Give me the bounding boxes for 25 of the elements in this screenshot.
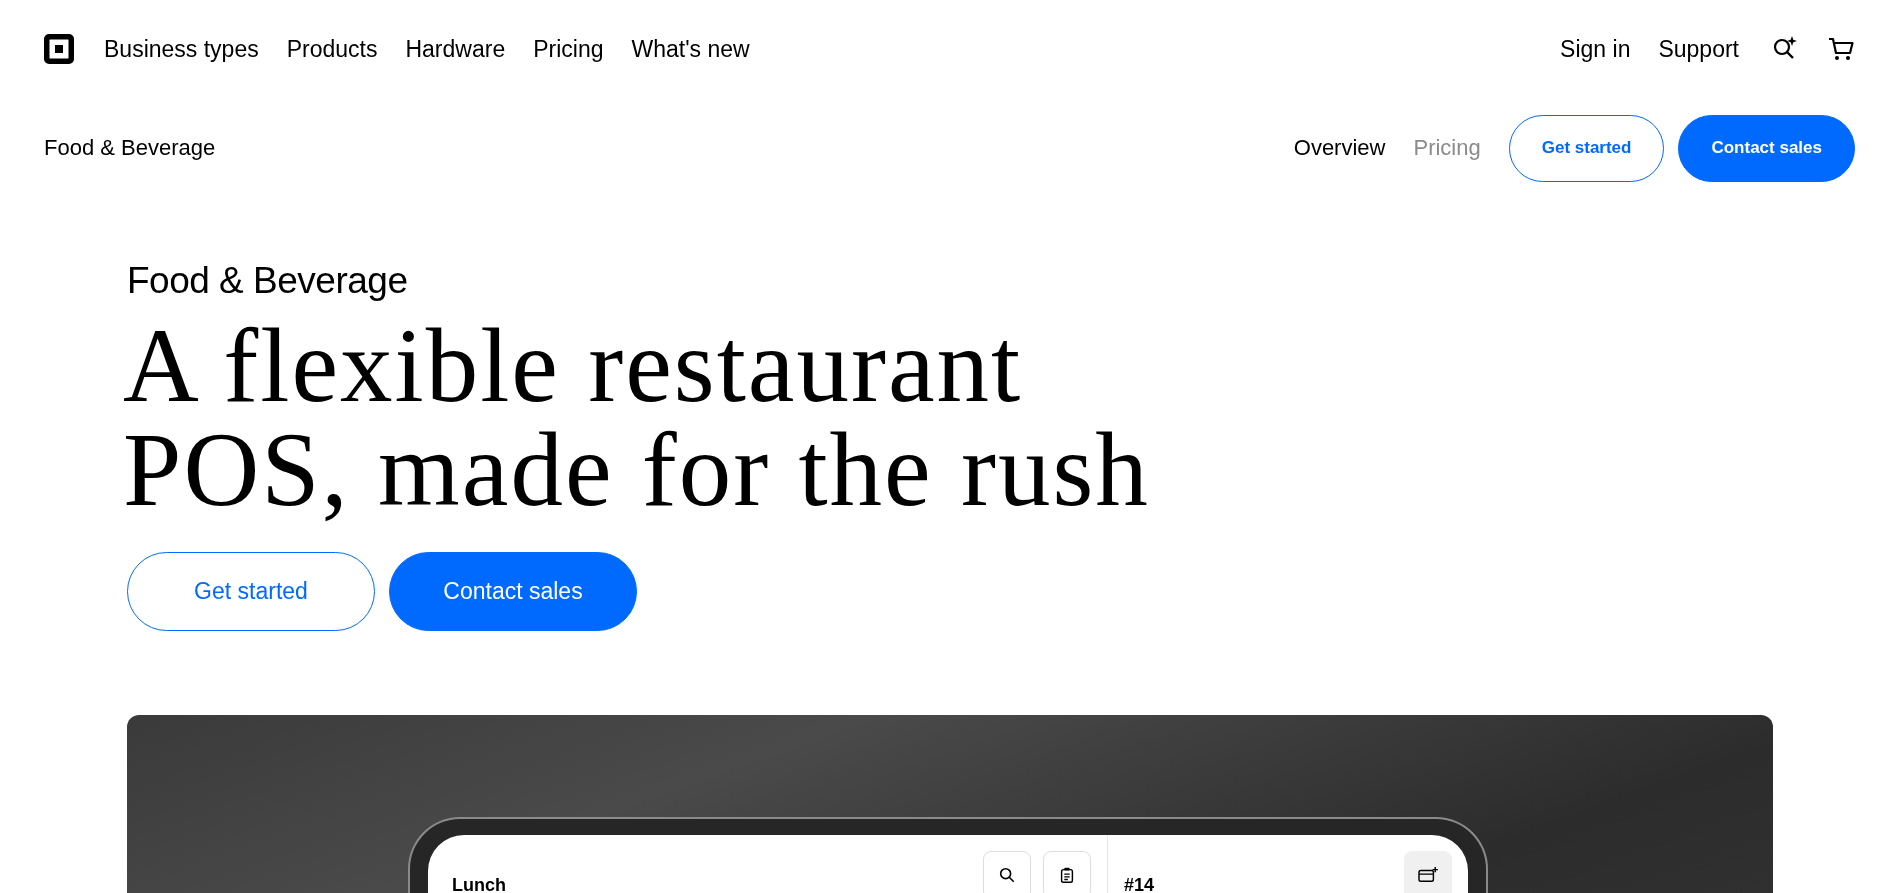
contact-sales-button[interactable]: Contact sales [1678, 114, 1855, 182]
new-ticket-button[interactable] [1404, 851, 1452, 893]
search-button[interactable] [983, 851, 1031, 893]
hero-heading: A flexible restaurant POS, made for the rush [123, 314, 1151, 522]
section-title: Food & Beverage [44, 135, 216, 161]
nav-link[interactable]: Products [286, 35, 378, 63]
get-started-button[interactable]: Get started [127, 552, 375, 631]
nav-link[interactable]: Support [1658, 35, 1739, 63]
cart-icon[interactable] [1827, 35, 1855, 63]
clipboard-icon [1058, 866, 1076, 884]
search-icon [998, 866, 1016, 884]
nav-link[interactable]: Sign in [1560, 35, 1631, 63]
eyebrow-text: Food & Beverage [127, 260, 409, 302]
nav-link[interactable]: Pricing [533, 35, 604, 63]
contact-sales-button[interactable]: Contact sales [389, 552, 637, 631]
get-started-button[interactable]: Get started [1508, 114, 1665, 182]
section-tab[interactable]: Overview [1293, 135, 1386, 161]
nav-link[interactable]: Hardware [405, 35, 506, 63]
menu-title: Lunch [452, 875, 506, 893]
logo-icon[interactable] [44, 34, 74, 64]
card-plus-icon [1417, 866, 1439, 884]
order-number: #14 [1124, 875, 1155, 893]
nav-link[interactable]: Business types [104, 35, 259, 63]
clipboard-button[interactable] [1043, 851, 1091, 893]
nav-link[interactable]: What's new [631, 35, 750, 63]
